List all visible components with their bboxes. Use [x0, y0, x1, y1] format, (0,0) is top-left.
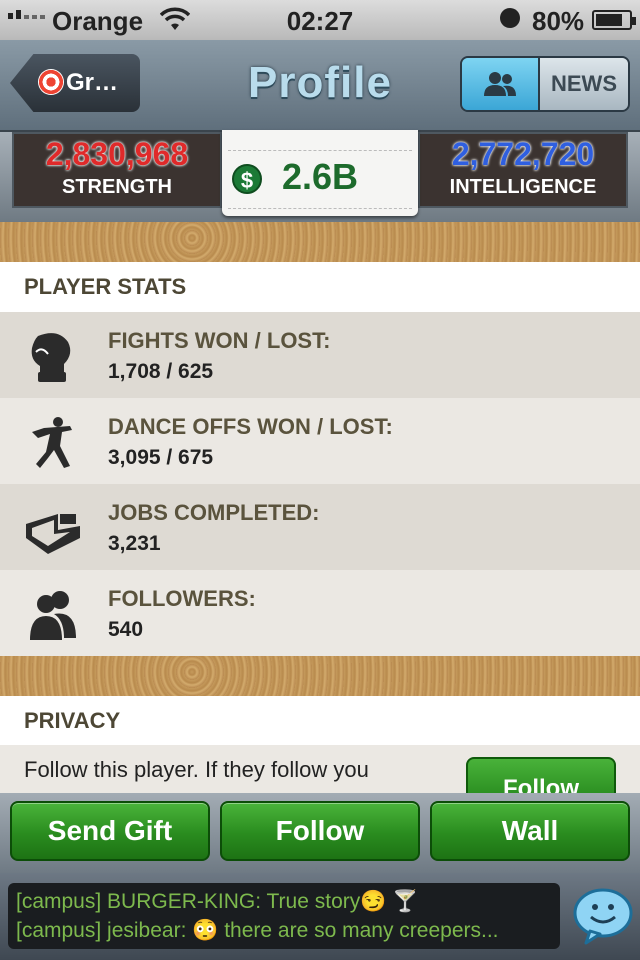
privacy-heading: PRIVACY [0, 696, 640, 746]
laptop-icon [26, 514, 80, 554]
stat-label: FIGHTS WON / LOST: [108, 328, 331, 353]
privacy-text: Follow this player. If they follow you [24, 757, 369, 782]
battery-percent: 80% [532, 6, 585, 36]
cork-divider [0, 656, 640, 696]
nav-bar: Gr… Profile NEWS [0, 40, 640, 132]
stat-value: 3,095 / 675 [108, 446, 214, 469]
battery-icon [592, 10, 636, 30]
chat-bubble-icon[interactable] [572, 887, 634, 945]
privacy-row: Follow this player. If they follow you F… [0, 745, 640, 793]
cork-divider [0, 222, 640, 262]
privacy-follow-button[interactable]: Follow [466, 757, 616, 793]
stat-label: DANCE OFFS WON / LOST: [108, 414, 393, 439]
action-bar: Send Gift Follow Wall [0, 793, 640, 873]
send-gift-button[interactable]: Send Gift [10, 801, 210, 861]
intelligence-value: 2,772,720 [451, 136, 595, 172]
stat-row-followers: FOLLOWERS: 540 [0, 570, 640, 656]
chat-feed[interactable]: [campus] BURGER-KING: True story😏 🍸 [cam… [8, 883, 560, 949]
cash-panel: $ 2.6B [222, 130, 418, 216]
stat-row-jobs: JOBS COMPLETED: 3,231 [0, 484, 640, 570]
intelligence-panel: 2,772,720 INTELLIGENCE [418, 132, 628, 208]
strength-panel: 2,830,968 STRENGTH [12, 132, 222, 208]
nav-segmented-control: NEWS [460, 56, 630, 112]
stat-value: 1,708 / 625 [108, 360, 214, 383]
status-bar: Orange 02:27 80% [0, 0, 640, 40]
cash-value: 2.6B [282, 156, 359, 197]
dancer-icon [32, 417, 72, 468]
chat-message: [campus] jesibear: 😳 there are so many c… [16, 919, 499, 942]
people-icon [484, 72, 516, 96]
stat-value: 3,231 [108, 532, 161, 555]
strength-label: STRENGTH [62, 176, 172, 198]
stat-value: 540 [108, 618, 144, 641]
intelligence-label: INTELLIGENCE [449, 176, 597, 198]
player-stats-heading: PLAYER STATS [0, 262, 640, 312]
chat-bar: [campus] BURGER-KING: True story😏 🍸 [cam… [0, 873, 640, 960]
news-tab[interactable]: NEWS [540, 58, 628, 110]
people-icon [30, 591, 76, 640]
alarm-icon [500, 8, 520, 28]
stat-row-dance-offs: DANCE OFFS WON / LOST: 3,095 / 675 [0, 398, 640, 484]
chat-message: [campus] BURGER-KING: True story😏 🍸 [16, 890, 419, 913]
stat-row-fights: FIGHTS WON / LOST: 1,708 / 625 [0, 312, 640, 398]
boxing-glove-icon [31, 333, 71, 382]
follow-button[interactable]: Follow [220, 801, 420, 861]
dollar-icon: $ [232, 164, 262, 194]
wall-button[interactable]: Wall [430, 801, 630, 861]
stat-label: FOLLOWERS: [108, 586, 256, 611]
strength-value: 2,830,968 [45, 136, 189, 172]
stat-label: JOBS COMPLETED: [108, 500, 320, 525]
people-tab[interactable] [462, 58, 540, 110]
